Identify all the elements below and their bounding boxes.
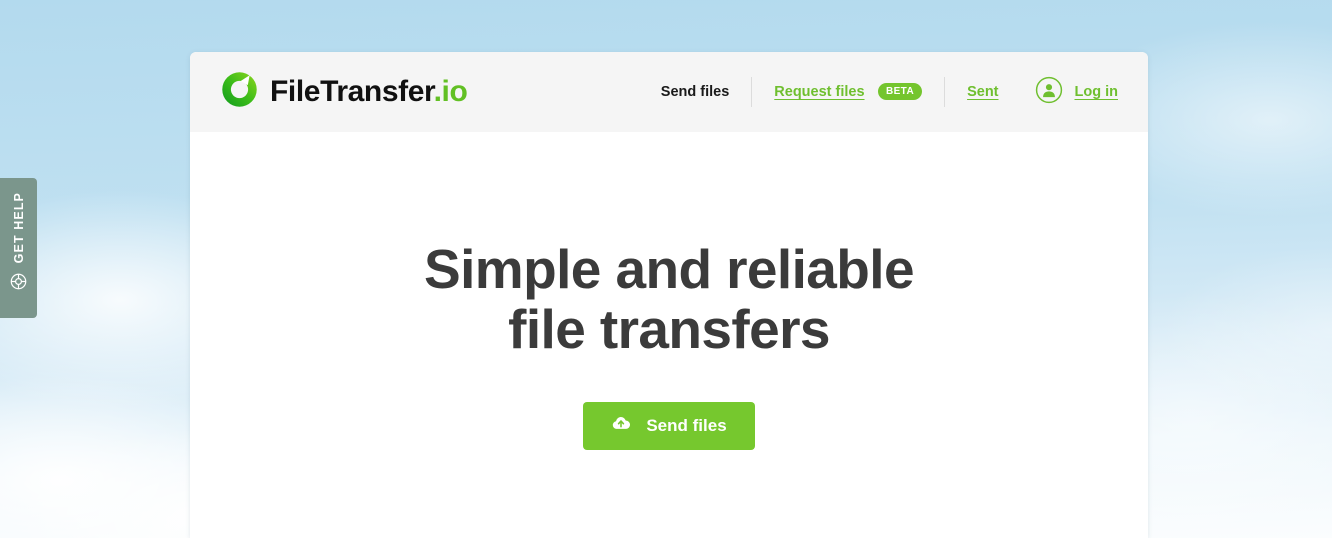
login-group[interactable]: Log in	[1035, 76, 1119, 109]
main-navigation: Send files Request files BETA Sent Log i…	[661, 52, 1118, 132]
content-card: FileTransfer.io Send files Request files…	[190, 52, 1148, 538]
cloud-upload-icon	[611, 413, 631, 438]
brand-name: FileTransfer	[270, 75, 434, 108]
get-help-tab[interactable]: GET HELP	[0, 178, 37, 318]
nav-item-request-files[interactable]: Request files	[774, 84, 864, 100]
send-files-button-label: Send files	[646, 415, 727, 435]
login-label[interactable]: Log in	[1075, 84, 1119, 100]
brand-tld: .io	[433, 75, 468, 108]
page-title: Simple and reliable file transfers	[190, 238, 1148, 360]
nav-item-send-files[interactable]: Send files	[661, 84, 730, 100]
headline-line-1: Simple and reliable	[424, 238, 914, 300]
nav-divider	[944, 77, 946, 107]
hero-section: Simple and reliable file transfers Send …	[190, 132, 1148, 450]
filetransfer-logo-icon	[220, 70, 259, 114]
get-help-label: GET HELP	[11, 192, 26, 264]
brand-wordmark: FileTransfer.io	[270, 75, 468, 109]
lifebuoy-icon	[10, 273, 27, 295]
user-circle-icon	[1035, 76, 1063, 109]
site-header: FileTransfer.io Send files Request files…	[190, 52, 1148, 132]
beta-badge: BETA	[877, 83, 923, 100]
page-background: GET HELP FileTransfer.io Send files Requ…	[0, 0, 1332, 538]
nav-divider	[751, 77, 753, 107]
headline-line-2: file transfers	[508, 297, 830, 360]
send-files-button[interactable]: Send files	[583, 401, 755, 450]
brand-logo[interactable]: FileTransfer.io	[220, 70, 468, 114]
nav-item-sent[interactable]: Sent	[967, 84, 998, 100]
nav-item-request-files-group: Request files BETA	[774, 83, 923, 101]
